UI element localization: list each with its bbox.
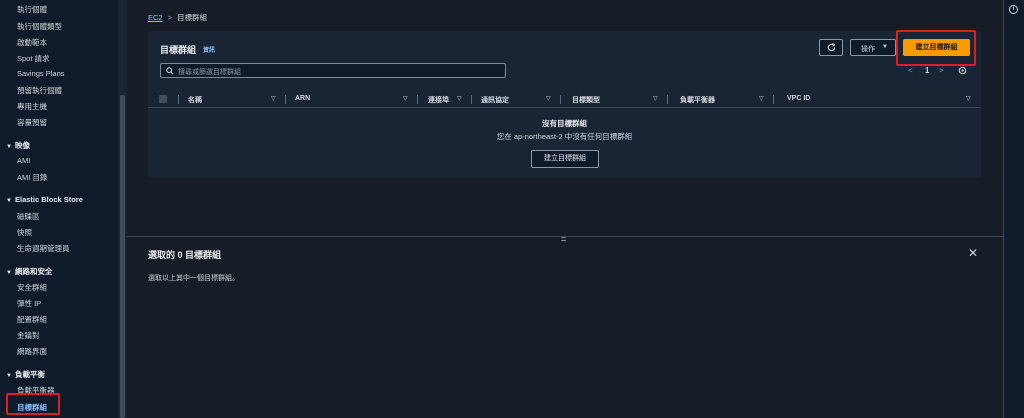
sidebar-item-instance-types[interactable]: 執行個體類型 [17, 21, 62, 32]
chevron-right-icon[interactable]: > [939, 66, 944, 75]
select-all-checkbox[interactable] [159, 95, 167, 103]
split-panel-message: 選取以上其中一個目標群組。 [148, 275, 239, 282]
sort-caret-icon[interactable]: ▽ [966, 95, 971, 102]
empty-state-subtitle: 您在 ap-northeast-2 中沒有任何目標群組 [496, 132, 633, 141]
refresh-button[interactable] [819, 39, 843, 56]
chevron-left-icon[interactable]: < [908, 66, 913, 75]
column-header-port[interactable]: 連接埠 [428, 95, 449, 105]
search-input[interactable]: 搜尋或篩選目標群組 [160, 63, 506, 78]
sidebar-item-capacity-reservations[interactable]: 容量預留 [17, 117, 47, 128]
info-icon[interactable]: i [1009, 5, 1018, 14]
caret-down-icon: ▼ [6, 270, 12, 276]
page-number[interactable]: 1 [925, 66, 929, 75]
sidebar-section-label: 負載平衡 [15, 370, 45, 379]
column-divider [667, 95, 668, 104]
caret-down-icon: ▼ [6, 198, 12, 204]
sidebar-item-reserved-instances[interactable]: 預留執行個體 [17, 85, 62, 96]
sidebar-item-dedicated-hosts[interactable]: 專用主機 [17, 101, 47, 112]
column-divider [773, 95, 774, 104]
sidebar-item-launch-templates[interactable]: 啟動範本 [17, 37, 47, 48]
column-divider [178, 95, 179, 104]
sort-caret-icon[interactable]: ▽ [403, 95, 408, 102]
column-header-arn[interactable]: ARN [295, 95, 310, 102]
chevron-right-icon: > [167, 13, 172, 22]
caret-down-icon: ▼ [6, 373, 12, 379]
empty-state-title: 沒有目標群組 [542, 119, 587, 128]
sidebar-section-network[interactable]: ▼ 網路和安全 [6, 266, 53, 277]
search-icon [166, 67, 174, 75]
sidebar-section-label: Elastic Block Store [15, 195, 83, 204]
page-title: 目標群組 [160, 45, 197, 55]
caret-down-icon: ▼ [882, 44, 888, 50]
sidebar-section-label: 映像 [15, 141, 30, 150]
sidebar-section-ebs[interactable]: ▼ Elastic Block Store [6, 195, 83, 204]
split-panel-drag-handle[interactable]: = [561, 234, 566, 244]
actions-dropdown[interactable]: 操作 ▼ [850, 39, 896, 56]
sort-caret-icon[interactable]: ▽ [457, 95, 462, 102]
app-root: 執行個體 執行個體類型 啟動範本 Spot 請求 Savings Plans 預… [0, 0, 1024, 418]
sidebar-section-label: 網路和安全 [15, 267, 53, 276]
tools-rail [1003, 0, 1024, 418]
split-panel-title: 選取的 0 目標群組 [148, 250, 222, 260]
sidebar-item-key-pairs[interactable]: 金鑰對 [17, 330, 40, 341]
sidebar: 執行個體 執行個體類型 啟動範本 Spot 請求 Savings Plans 預… [0, 0, 127, 418]
empty-create-target-group-button[interactable]: 建立目標群組 [531, 150, 599, 168]
caret-down-icon: ▼ [6, 144, 12, 150]
highlight-box-create [896, 30, 976, 66]
refresh-icon [827, 43, 836, 52]
sidebar-item-savings-plans[interactable]: Savings Plans [17, 69, 65, 78]
breadcrumb: EC2 > 目標群組 [148, 12, 207, 23]
sort-caret-icon[interactable]: ▽ [546, 95, 551, 102]
column-header-vpc-id[interactable]: VPC ID [787, 95, 810, 102]
sidebar-item-instances[interactable]: 執行個體 [17, 4, 47, 15]
sidebar-item-volumes[interactable]: 磁碟區 [17, 211, 40, 222]
sort-caret-icon[interactable]: ▽ [759, 95, 764, 102]
info-link[interactable]: 資訊 [203, 45, 215, 54]
column-header-load-balancer[interactable]: 負載平衡器 [680, 95, 715, 105]
sidebar-item-placement-groups[interactable]: 配置群組 [17, 314, 47, 325]
sidebar-scrollbar-thumb[interactable] [120, 95, 125, 418]
column-header-target-type[interactable]: 目標類型 [572, 95, 600, 105]
sort-caret-icon[interactable]: ▽ [653, 95, 658, 102]
breadcrumb-current: 目標群組 [176, 13, 207, 22]
search-placeholder: 搜尋或篩選目標群組 [178, 69, 241, 76]
sidebar-item-snapshots[interactable]: 快照 [17, 227, 32, 238]
settings-gear-icon[interactable] [958, 66, 967, 75]
sidebar-item-ami-catalog[interactable]: AMI 目錄 [17, 172, 47, 183]
column-divider [417, 95, 418, 104]
sidebar-item-lifecycle-manager[interactable]: 生命週期管理員 [17, 243, 70, 254]
sidebar-item-ami[interactable]: AMI [17, 156, 30, 165]
breadcrumb-link-ec2[interactable]: EC2 [148, 13, 163, 22]
sidebar-item-elastic-ips[interactable]: 彈性 IP [17, 298, 41, 309]
sidebar-item-security-groups[interactable]: 安全群組 [17, 282, 47, 293]
column-divider [560, 95, 561, 104]
sort-caret-icon[interactable]: ▽ [271, 95, 276, 102]
column-header-name[interactable]: 名稱 [188, 95, 202, 105]
sidebar-section-images[interactable]: ▼ 映像 [6, 140, 30, 151]
sidebar-item-spot-requests[interactable]: Spot 請求 [17, 53, 50, 64]
sidebar-section-load-balancing[interactable]: ▼ 負載平衡 [6, 369, 45, 380]
column-divider [285, 95, 286, 104]
column-divider [471, 95, 472, 104]
column-header-protocol[interactable]: 通訊協定 [481, 95, 509, 105]
highlight-box-target-groups [6, 393, 60, 415]
actions-label: 操作 [861, 46, 875, 53]
sidebar-item-network-interfaces[interactable]: 網路界面 [17, 346, 47, 357]
close-icon[interactable]: ✕ [968, 246, 978, 260]
split-panel [127, 236, 1003, 418]
